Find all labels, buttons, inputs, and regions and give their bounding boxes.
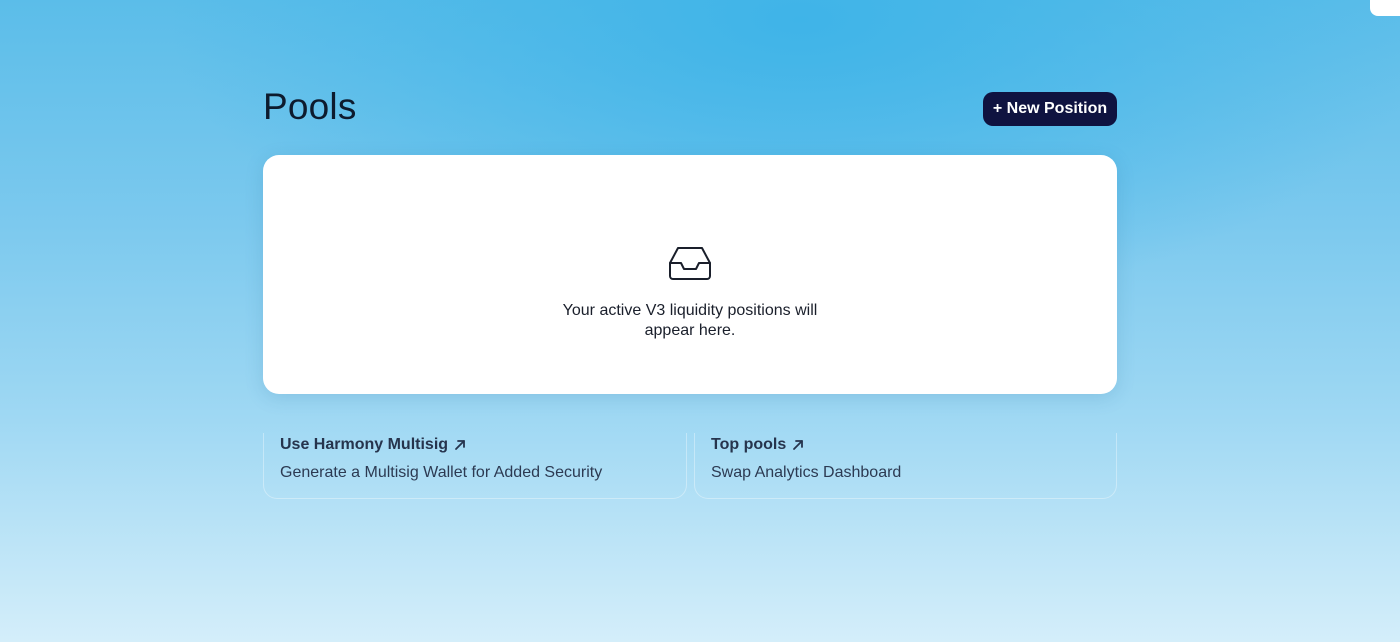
top-pools-link-title: Top pools [711, 436, 787, 453]
top-right-corner-tab [1370, 0, 1400, 16]
empty-state-line-2: appear here. [644, 322, 736, 339]
inbox-icon [669, 247, 711, 280]
harmony-multisig-subtitle: Generate a Multisig Wallet for Added Sec… [280, 464, 603, 481]
positions-empty-card: Your active V3 liquidity positions will … [263, 155, 1117, 394]
new-position-button[interactable]: + New Position [983, 92, 1117, 126]
empty-state-message: Your active V3 liquidity positions will … [540, 301, 840, 341]
harmony-multisig-link-title: Use Harmony Multisig [280, 436, 449, 453]
top-pools-link[interactable]: Top pools [711, 436, 804, 454]
harmony-multisig-link[interactable]: Use Harmony Multisig [280, 436, 466, 454]
arrow-up-right-icon [455, 440, 465, 450]
top-pools-subtitle: Swap Analytics Dashboard [711, 464, 902, 481]
top-pools-link-card[interactable]: Top pools Swap Analytics Dashboard [694, 433, 1117, 499]
page-title: Pools [263, 86, 357, 127]
arrow-up-right-icon [793, 440, 804, 450]
empty-state-line-1: Your active V3 liquidity positions will [562, 302, 818, 319]
harmony-multisig-link-card[interactable]: Use Harmony Multisig Generate a Multisig… [263, 433, 687, 499]
